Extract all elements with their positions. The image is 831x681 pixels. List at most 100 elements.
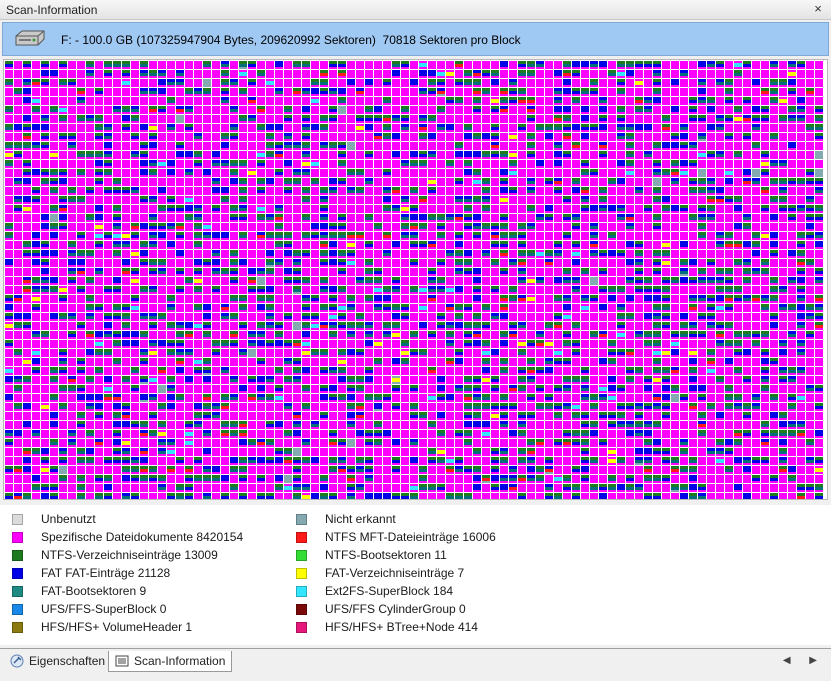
block-cell xyxy=(536,151,544,159)
block-cell xyxy=(680,331,688,339)
block-cell xyxy=(95,259,103,267)
block-cell xyxy=(743,142,751,150)
block-cell xyxy=(617,475,625,483)
block-cell xyxy=(131,241,139,249)
block-cell xyxy=(734,151,742,159)
block-cell xyxy=(725,340,733,348)
block-cell xyxy=(95,277,103,285)
block-cell xyxy=(401,484,409,492)
block-cell xyxy=(419,124,427,132)
block-cell xyxy=(725,385,733,393)
legend-swatch xyxy=(12,567,23,579)
block-cell xyxy=(365,133,373,141)
block-cell xyxy=(599,61,607,69)
block-cell xyxy=(599,412,607,420)
block-cell xyxy=(14,115,22,123)
block-cell xyxy=(626,475,634,483)
block-cell xyxy=(572,331,580,339)
block-cell xyxy=(302,106,310,114)
block-cell xyxy=(230,358,238,366)
block-cell xyxy=(644,448,652,456)
block-cell xyxy=(383,241,391,249)
block-cell xyxy=(374,313,382,321)
block-cell xyxy=(707,268,715,276)
block-cell xyxy=(644,322,652,330)
tab-eigenschaften[interactable]: Eigenschaften xyxy=(4,651,111,671)
block-cell xyxy=(779,196,787,204)
block-cell xyxy=(230,115,238,123)
block-cell xyxy=(608,169,616,177)
block-cell xyxy=(815,295,823,303)
block-cell xyxy=(734,421,742,429)
block-cell xyxy=(644,340,652,348)
block-cell xyxy=(95,322,103,330)
block-cell xyxy=(86,160,94,168)
block-cell xyxy=(59,322,67,330)
block-cell xyxy=(698,115,706,123)
block-cell xyxy=(68,97,76,105)
block-cell xyxy=(779,178,787,186)
block-cell xyxy=(176,421,184,429)
block-cell xyxy=(302,313,310,321)
block-cell xyxy=(293,358,301,366)
block-cell xyxy=(707,421,715,429)
block-cell xyxy=(77,106,85,114)
block-cell xyxy=(212,277,220,285)
block-cell xyxy=(104,340,112,348)
block-cell xyxy=(122,304,130,312)
block-cell xyxy=(662,277,670,285)
block-cell xyxy=(158,61,166,69)
block-cell xyxy=(176,115,184,123)
block-cell xyxy=(536,475,544,483)
tab-scan-information[interactable]: Scan-Information xyxy=(108,651,233,672)
block-cell xyxy=(707,160,715,168)
block-cell xyxy=(716,349,724,357)
block-cell xyxy=(50,106,58,114)
block-cell xyxy=(104,493,112,499)
tab-scroll-arrows[interactable]: ◀ ▶ xyxy=(783,655,825,666)
block-cell xyxy=(671,97,679,105)
block-cell xyxy=(221,349,229,357)
block-cell xyxy=(230,250,238,258)
block-cell xyxy=(671,142,679,150)
block-cell xyxy=(419,493,427,499)
block-cell xyxy=(455,250,463,258)
block-cell xyxy=(68,223,76,231)
block-cell xyxy=(284,223,292,231)
block-cell xyxy=(572,493,580,499)
block-cell xyxy=(365,88,373,96)
drive-info-bar: F: - 100.0 GB (107325947904 Bytes, 20962… xyxy=(2,22,829,56)
block-cell xyxy=(239,349,247,357)
block-cell xyxy=(50,439,58,447)
block-cell xyxy=(185,484,193,492)
block-cell xyxy=(635,70,643,78)
block-cell xyxy=(104,304,112,312)
block-cell xyxy=(500,340,508,348)
block-cell xyxy=(311,313,319,321)
block-cell xyxy=(536,304,544,312)
block-map[interactable] xyxy=(3,59,828,500)
block-cell xyxy=(419,241,427,249)
block-cell xyxy=(734,376,742,384)
block-cell xyxy=(653,286,661,294)
block-cell xyxy=(437,133,445,141)
block-cell xyxy=(23,322,31,330)
block-cell xyxy=(707,367,715,375)
block-cell xyxy=(653,241,661,249)
block-cell xyxy=(86,385,94,393)
close-icon[interactable]: × xyxy=(811,2,825,16)
block-cell xyxy=(41,187,49,195)
block-cell xyxy=(734,223,742,231)
block-cell xyxy=(302,79,310,87)
block-cell xyxy=(581,313,589,321)
block-cell xyxy=(662,358,670,366)
block-cell xyxy=(383,466,391,474)
block-cell xyxy=(41,304,49,312)
block-cell xyxy=(545,331,553,339)
block-cell xyxy=(626,286,634,294)
block-cell xyxy=(518,394,526,402)
block-cell xyxy=(572,295,580,303)
block-cell xyxy=(401,286,409,294)
block-cell xyxy=(554,160,562,168)
block-cell xyxy=(41,106,49,114)
